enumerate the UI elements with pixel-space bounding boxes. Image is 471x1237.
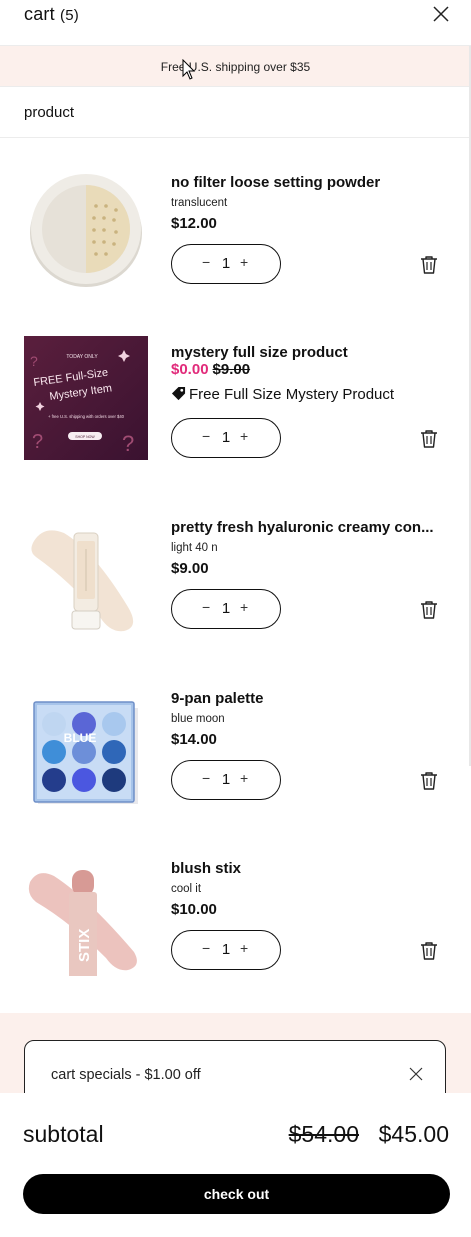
svg-text:?: ?	[30, 353, 38, 369]
trash-icon[interactable]	[419, 600, 439, 620]
product-variant: light 40 n	[171, 542, 218, 554]
tag-icon	[171, 386, 186, 401]
product-image-setting-powder	[30, 174, 142, 287]
original-price: $9.00	[212, 361, 251, 378]
section-title: product	[24, 104, 75, 121]
increase-quantity-button[interactable]: +	[240, 770, 248, 786]
promo-text: Free Full Size Mystery Product	[189, 386, 395, 403]
product-name[interactable]: 9-pan palette	[171, 690, 264, 707]
original-total: $54.00	[288, 1121, 359, 1147]
product-price: $9.00	[171, 560, 209, 577]
promo-line: Free Full Size Mystery Product	[171, 386, 394, 403]
svg-text:BLUE: BLUE	[64, 731, 97, 745]
cart-title: cart (5)	[24, 4, 79, 24]
cart-header: cart (5)	[0, 0, 471, 46]
product-variant: translucent	[171, 197, 228, 209]
quantity-stepper: − 1 +	[171, 760, 281, 800]
cart-count: (5)	[60, 7, 79, 24]
quantity-value: 1	[221, 255, 231, 272]
quantity-value: 1	[221, 429, 231, 446]
svg-text:+ free U.S. shipping with orde: + free U.S. shipping with orders over $4…	[48, 414, 125, 419]
cart-item: BLUE 9-pan palette blue moon $14.00 − 1 …	[0, 662, 471, 832]
mouse-cursor-icon	[182, 59, 196, 80]
quantity-value: 1	[221, 600, 231, 617]
cart-item: TODAY ONLY FREE Full-Size Mystery Item +…	[0, 316, 471, 486]
product-price: $10.00	[171, 901, 217, 918]
trash-icon[interactable]	[419, 771, 439, 791]
svg-text:?: ?	[122, 431, 134, 456]
close-icon[interactable]	[409, 1067, 423, 1081]
quantity-stepper: − 1 +	[171, 418, 281, 458]
trash-icon[interactable]	[419, 941, 439, 961]
cart-special-label: cart specials - $1.00 off	[51, 1067, 201, 1083]
product-image-palette: BLUE	[33, 701, 138, 804]
trash-icon[interactable]	[419, 429, 439, 449]
quantity-stepper: − 1 +	[171, 589, 281, 629]
quantity-value: 1	[221, 771, 231, 788]
svg-text:TODAY ONLY: TODAY ONLY	[66, 354, 98, 360]
product-image-concealer	[31, 530, 134, 632]
cart-item: pretty fresh hyaluronic creamy con... li…	[0, 491, 471, 661]
product-name[interactable]: mystery full size product	[171, 344, 348, 361]
increase-quantity-button[interactable]: +	[240, 428, 248, 444]
product-price: $0.00 $9.00	[171, 361, 250, 378]
close-icon[interactable]	[431, 4, 451, 24]
quantity-stepper: − 1 +	[171, 244, 281, 284]
product-image-mystery-promo: TODAY ONLY FREE Full-Size Mystery Item +…	[24, 336, 148, 460]
quantity-stepper: − 1 +	[171, 930, 281, 970]
sale-price: $0.00	[171, 361, 209, 378]
cart-footer: subtotal $54.00 $45.00 check out	[0, 1093, 471, 1237]
increase-quantity-button[interactable]: +	[240, 254, 248, 270]
product-name[interactable]: pretty fresh hyaluronic creamy con...	[171, 519, 434, 536]
cart-item: STIX blush stix cool it $10.00 − 1 +	[0, 832, 471, 1002]
quantity-value: 1	[221, 941, 231, 958]
subtotal-label: subtotal	[23, 1121, 104, 1147]
increase-quantity-button[interactable]: +	[240, 940, 248, 956]
product-variant: cool it	[171, 883, 202, 895]
product-section-header: product	[0, 87, 471, 138]
product-price: $14.00	[171, 731, 217, 748]
svg-text:?: ?	[32, 431, 43, 453]
product-name[interactable]: blush stix	[171, 860, 241, 877]
product-variant: blue moon	[171, 713, 225, 725]
increase-quantity-button[interactable]: +	[240, 599, 248, 615]
subtotal-value: $45.00	[378, 1121, 449, 1147]
shipping-banner: Free U.S. shipping over $35	[0, 46, 471, 87]
product-name[interactable]: no filter loose setting powder	[171, 174, 380, 191]
svg-text:SHOP NOW: SHOP NOW	[75, 435, 95, 439]
product-image-blush-stix: STIX	[28, 870, 137, 976]
product-price: $12.00	[171, 215, 217, 232]
checkout-button[interactable]: check out	[23, 1174, 450, 1214]
cart-item: no filter loose setting powder transluce…	[0, 146, 471, 316]
trash-icon[interactable]	[419, 255, 439, 275]
svg-text:STIX: STIX	[76, 929, 93, 962]
